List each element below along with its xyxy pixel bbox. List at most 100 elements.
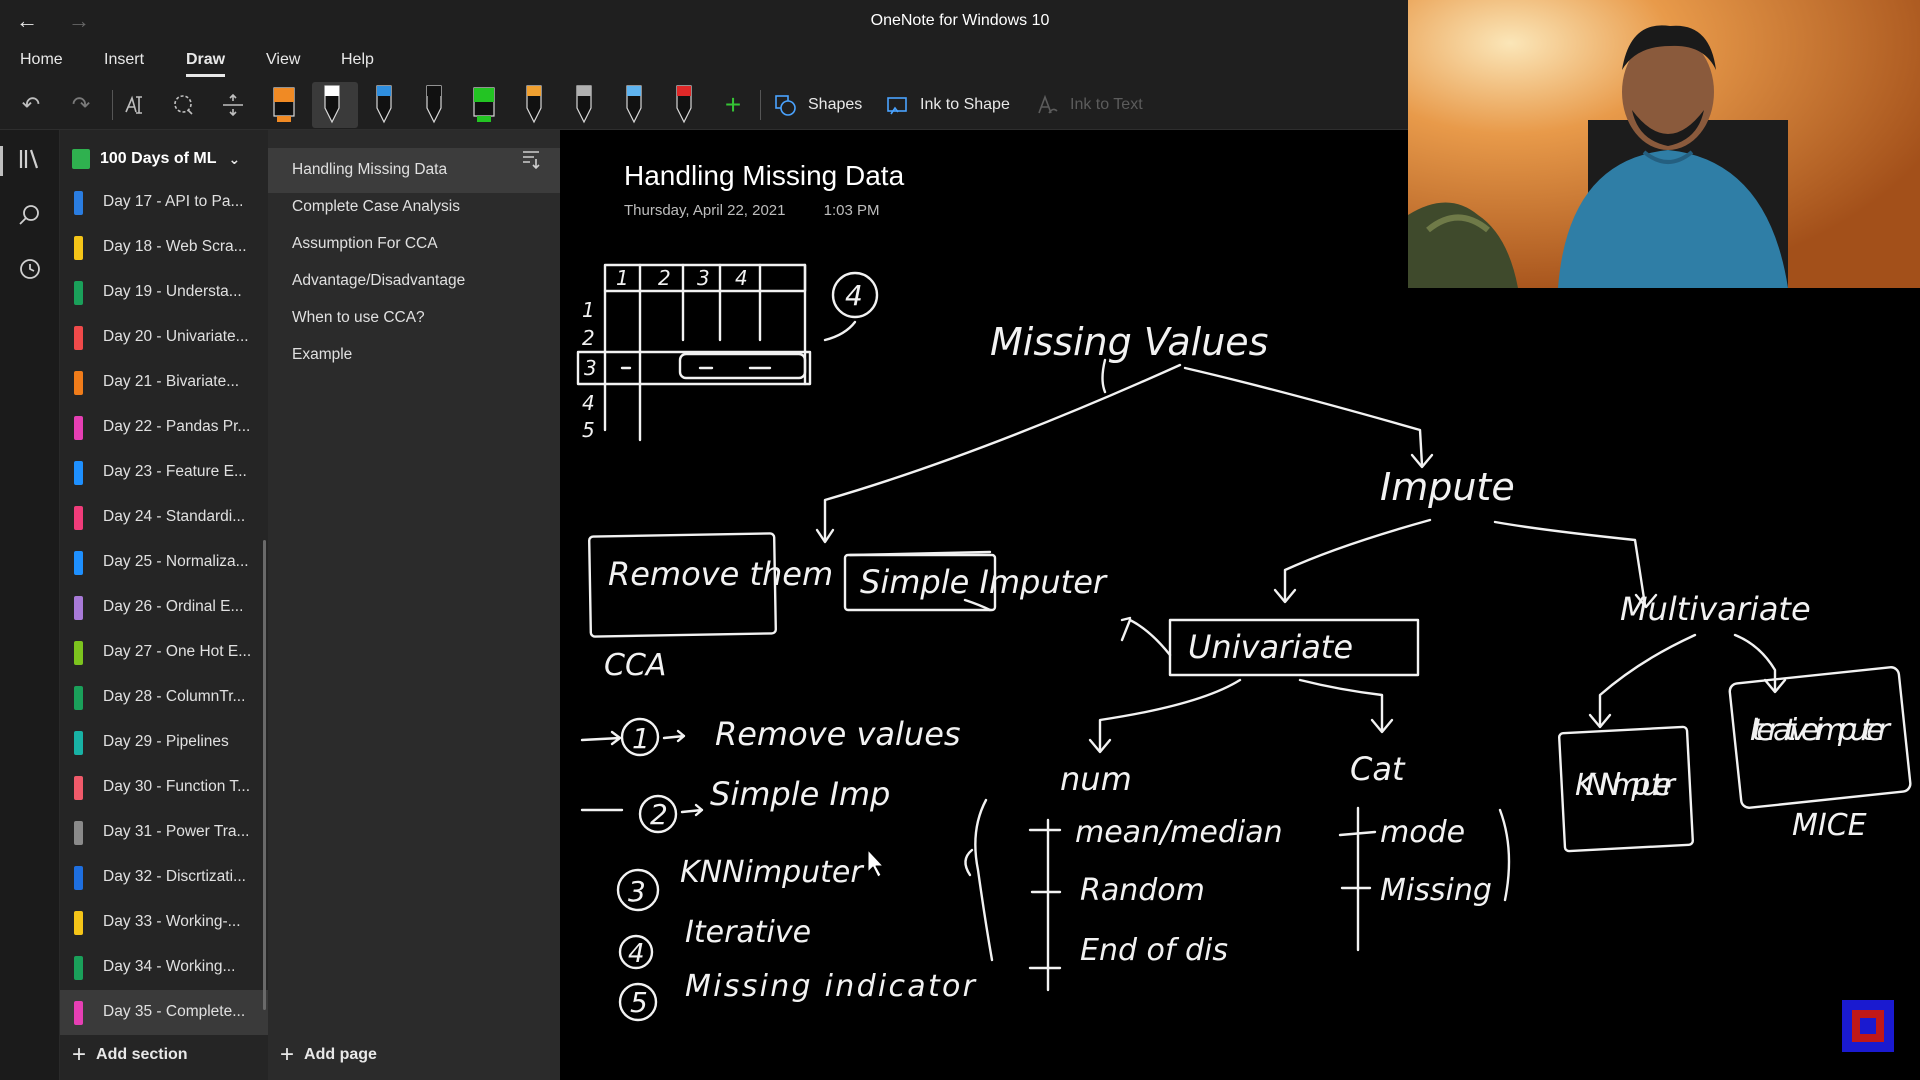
section-label: Day 30 - Function T...	[103, 778, 251, 795]
section-item[interactable]: Day 27 - One Hot E...	[60, 630, 268, 675]
section-item[interactable]: Day 20 - Univariate...	[60, 315, 268, 360]
section-item[interactable]: Day 21 - Bivariate...	[60, 360, 268, 405]
recent-clock-icon[interactable]	[15, 256, 45, 286]
page-label: Assumption For CCA	[292, 235, 438, 252]
ink-knn-imputer: KNN imputer	[1575, 768, 1677, 803]
tab-help[interactable]: Help	[341, 51, 374, 69]
section-item[interactable]: Day 19 - Understa...	[60, 270, 268, 315]
ink-mice: MICE	[1792, 808, 1867, 843]
section-item[interactable]: Day 35 - Complete...	[60, 990, 268, 1035]
section-color-tab	[74, 776, 83, 800]
section-item[interactable]: Day 28 - ColumnTr...	[60, 675, 268, 720]
ink-list-num-5: 5	[630, 986, 648, 1019]
section-item[interactable]: Day 34 - Working...	[60, 945, 268, 990]
ink-num-item-2: Random	[1080, 873, 1205, 908]
ink-table-header-2: 2	[658, 266, 671, 290]
add-page-label: Add page	[304, 1046, 377, 1063]
pen-white-selected-icon[interactable]	[312, 82, 358, 128]
section-item[interactable]: Day 22 - Pandas Pr...	[60, 405, 268, 450]
section-label: Day 25 - Normaliza...	[103, 553, 249, 570]
ink-list-num-3: 3	[628, 875, 646, 908]
redo-icon[interactable]: ↷	[64, 88, 98, 122]
pen-orange-highlighter-icon[interactable]	[264, 82, 304, 128]
ink-list-item-1: Remove values	[715, 715, 961, 753]
section-color-tab	[74, 236, 83, 260]
section-label: Day 34 - Working...	[103, 958, 236, 975]
add-pen-icon[interactable]: +	[716, 88, 750, 122]
section-item[interactable]: Day 33 - Working-...	[60, 900, 268, 945]
notebooks-icon[interactable]	[0, 146, 45, 176]
tab-home[interactable]: Home	[20, 51, 63, 69]
ink-cat-item-1: mode	[1380, 815, 1465, 850]
pen-orange-icon[interactable]	[514, 82, 554, 128]
webcam-overlay	[1408, 0, 1920, 288]
ink-to-shape-label: Ink to Shape	[920, 96, 1010, 113]
lasso-icon[interactable]	[166, 88, 200, 122]
plus-icon: +	[280, 1041, 295, 1068]
pen-green-highlighter-icon[interactable]	[464, 82, 504, 128]
section-item[interactable]: Day 17 - API to Pa...	[60, 180, 268, 225]
section-label: Day 17 - API to Pa...	[103, 193, 244, 210]
notebook-selector[interactable]: 100 Days of ML ⌄	[72, 148, 240, 170]
ink-univariate: Univariate	[1188, 628, 1353, 666]
pen-blue-icon[interactable]	[364, 82, 404, 128]
ink-to-shape-icon	[884, 92, 910, 118]
shapes-button[interactable]: Shapes	[772, 92, 862, 118]
section-item[interactable]: Day 25 - Normaliza...	[60, 540, 268, 585]
tab-insert[interactable]: Insert	[104, 51, 144, 69]
section-color-tab	[74, 686, 83, 710]
shapes-icon	[772, 92, 798, 118]
ink-num: num	[1060, 760, 1132, 798]
ink-root-missing-values: Missing Values	[990, 320, 1268, 364]
tab-view[interactable]: View	[266, 51, 300, 69]
section-label: Day 28 - ColumnTr...	[103, 688, 246, 705]
ink-to-text-button[interactable]: Ink to Text	[1034, 92, 1143, 118]
add-space-icon[interactable]	[216, 88, 250, 122]
section-label: Day 23 - Feature E...	[103, 463, 247, 480]
section-item[interactable]: Day 18 - Web Scra...	[60, 225, 268, 270]
ink-row-2: 2	[582, 326, 595, 350]
search-icon[interactable]	[15, 202, 45, 232]
tab-draw[interactable]: Draw	[186, 51, 226, 77]
section-item[interactable]: Day 32 - Discrtizati...	[60, 855, 268, 900]
undo-icon[interactable]: ↶	[14, 88, 48, 122]
lasso-select-icon[interactable]	[118, 88, 152, 122]
pages-pane: Handling Missing Data Complete Case Analy…	[268, 130, 560, 1080]
add-section-label: Add section	[96, 1046, 188, 1063]
pen-lightblue-icon[interactable]	[614, 82, 654, 128]
section-item[interactable]: Day 31 - Power Tra...	[60, 810, 268, 855]
pen-gray-icon[interactable]	[564, 82, 604, 128]
section-label: Day 21 - Bivariate...	[103, 373, 240, 390]
pen-red-icon[interactable]	[664, 82, 704, 128]
section-color-tab	[74, 371, 83, 395]
plus-icon: +	[72, 1041, 87, 1068]
page-label: Complete Case Analysis	[292, 198, 460, 215]
page-item[interactable]: Example	[268, 333, 560, 378]
section-label: Day 29 - Pipelines	[103, 733, 229, 750]
ink-table-header-3: 3	[697, 266, 710, 290]
section-color-tab	[74, 596, 83, 620]
section-item[interactable]: Day 26 - Ordinal E...	[60, 585, 268, 630]
page-label: Advantage/Disadvantage	[292, 272, 466, 289]
ink-to-shape-button[interactable]: Ink to Shape	[884, 92, 1010, 118]
sections-scrollbar[interactable]	[263, 540, 266, 1010]
section-item[interactable]: Day 23 - Feature E...	[60, 450, 268, 495]
section-item[interactable]: Day 29 - Pipelines	[60, 720, 268, 765]
section-item[interactable]: Day 24 - Standardi...	[60, 495, 268, 540]
ink-row-4: 4	[582, 391, 595, 415]
ink-list-item-3: KNNimputer	[680, 855, 864, 890]
ink-remove-them: Remove them	[608, 555, 833, 593]
section-color-tab	[74, 551, 83, 575]
navigation-rail	[0, 130, 60, 1080]
pen-black-icon[interactable]	[414, 82, 454, 128]
add-page-button[interactable]: + Add page	[280, 1041, 377, 1068]
ink-row-5: 5	[582, 418, 595, 442]
section-item[interactable]: Day 30 - Function T...	[60, 765, 268, 810]
ink-cca-note: CCA	[604, 648, 666, 683]
ink-list-num-1: 1	[632, 722, 650, 755]
section-color-tab	[74, 641, 83, 665]
sort-pages-icon[interactable]	[520, 148, 542, 170]
section-label: Day 18 - Web Scra...	[103, 238, 247, 255]
ink-table-header-1: 1	[616, 266, 629, 290]
add-section-button[interactable]: + Add section	[72, 1041, 188, 1068]
